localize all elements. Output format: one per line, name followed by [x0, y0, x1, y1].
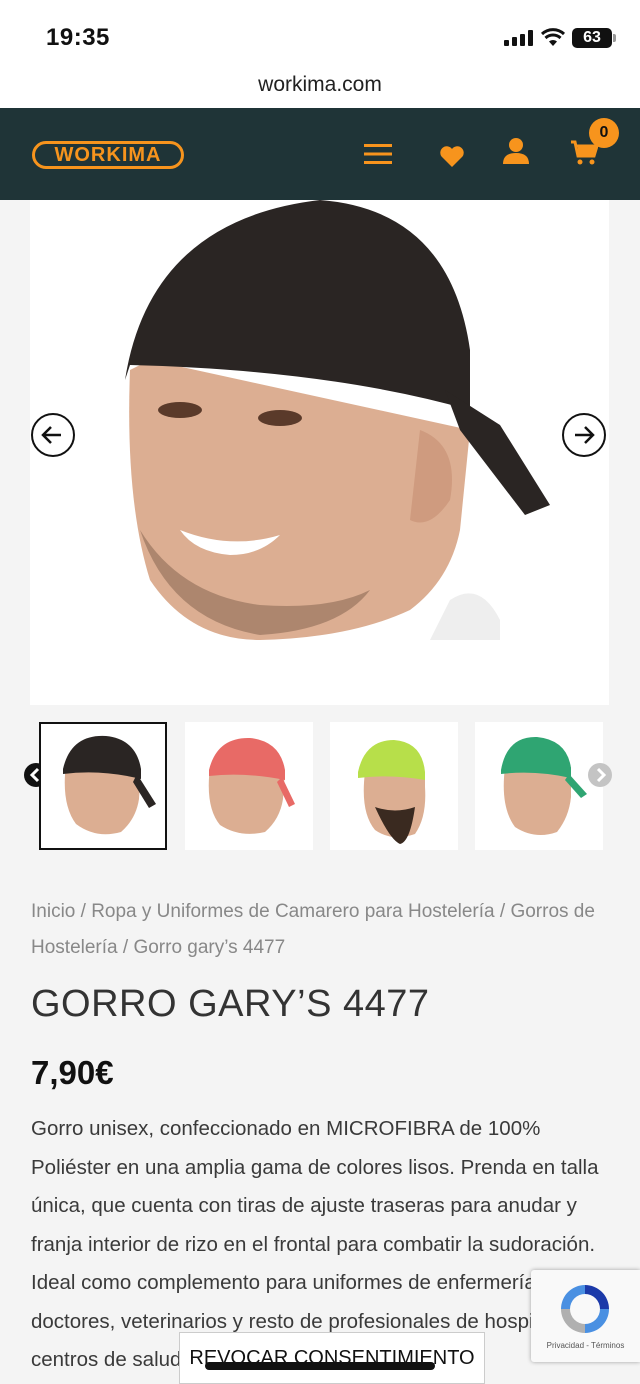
breadcrumb: Inicio / Ropa y Uniformes de Camarero pa…	[31, 894, 611, 966]
breadcrumb-separator: /	[75, 901, 92, 922]
product-price: 7,90€	[31, 1054, 114, 1091]
user-icon[interactable]	[501, 137, 531, 165]
cart-count-badge: 0	[589, 118, 619, 148]
chevron-right-icon	[596, 767, 607, 783]
wifi-icon	[540, 28, 566, 46]
recaptcha-icon	[561, 1285, 609, 1333]
arrow-left-icon	[41, 426, 61, 444]
battery-icon: 63	[572, 28, 616, 48]
product-main-image[interactable]	[30, 200, 609, 705]
recaptcha-links[interactable]: Privacidad - Términos	[531, 1341, 640, 1350]
breadcrumb-separator: /	[117, 937, 134, 958]
menu-icon[interactable]	[364, 143, 392, 165]
thumbnail[interactable]	[185, 722, 313, 850]
signal-icon	[504, 30, 534, 46]
breadcrumb-category-link[interactable]: Ropa y Uniformes de Camarero para Hostel…	[91, 901, 494, 922]
recaptcha-badge[interactable]: Privacidad - Términos	[531, 1270, 640, 1362]
thumbnail-image	[501, 736, 587, 836]
thumbnail[interactable]	[39, 722, 167, 850]
thumbnail[interactable]	[475, 722, 603, 850]
thumbnail[interactable]	[330, 722, 458, 850]
thumbnails-next-button[interactable]	[588, 763, 612, 787]
site-logo[interactable]: WORKIMA	[32, 141, 184, 169]
thumbnail-image	[63, 735, 156, 835]
home-indicator	[205, 1362, 435, 1370]
breadcrumb-separator: /	[494, 901, 511, 922]
breadcrumb-home-link[interactable]: Inicio	[31, 901, 75, 922]
site-header: WORKIMA	[0, 108, 640, 200]
product-title: GORRO GARY’S 4477	[31, 983, 430, 1025]
thumbnail-image	[208, 737, 295, 834]
heart-icon[interactable]	[439, 145, 465, 168]
url-bar[interactable]: workima.com	[0, 70, 640, 108]
product-photo	[30, 200, 609, 705]
revoke-consent-button[interactable]: REVOCAR CONSENTIMIENTO	[179, 1332, 485, 1384]
gallery-prev-button[interactable]	[31, 413, 75, 457]
status-time: 19:35	[46, 24, 110, 51]
thumbnail-image	[358, 740, 426, 844]
gallery-next-button[interactable]	[562, 413, 606, 457]
arrow-right-icon	[575, 426, 595, 444]
status-bar: 19:35 63	[0, 0, 640, 70]
breadcrumb-current: Gorro gary’s 4477	[133, 937, 286, 958]
